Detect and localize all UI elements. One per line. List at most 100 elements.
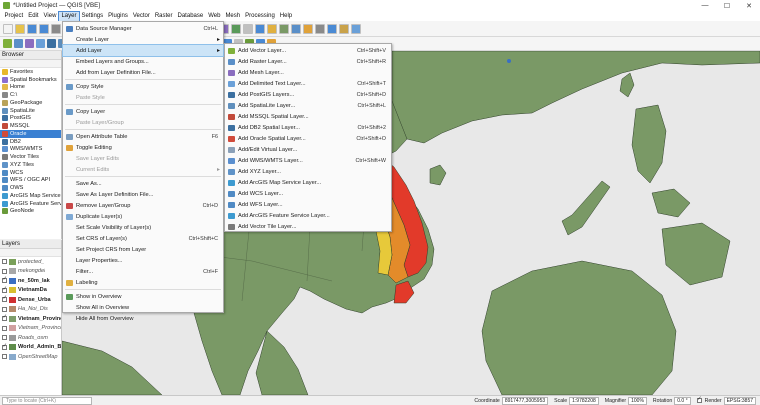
menu-layer[interactable]: Layer [57,10,80,22]
layer-menu-item-toggle-editing[interactable]: Toggle Editing [63,142,223,153]
layer-item[interactable]: Vietnam_Provinces [0,314,61,324]
toolbar-button-icon[interactable] [339,23,349,34]
layer-visibility-checkbox[interactable] [2,314,7,322]
layer-item[interactable]: ne_50m_lak [0,276,61,286]
layer-menu-item-set-project-crs-from-layer[interactable]: Set Project CRS from Layer [63,244,223,255]
layer-item[interactable]: VietnamDa [0,286,61,296]
toolbar-button-icon[interactable] [279,23,289,34]
maximize-button[interactable]: ☐ [716,0,738,11]
menu-mesh[interactable]: Mesh [223,12,243,21]
minimize-button[interactable]: — [694,0,716,11]
add-layer-item-add-arcgis-feature-service-layer[interactable]: Add ArcGIS Feature Service Layer... [225,210,391,221]
rotation-field[interactable]: 0.0 ° [674,396,691,405]
layer-item[interactable]: World_Admin_Boundaries [0,343,61,353]
menu-processing[interactable]: Processing [243,12,278,21]
layer-menu-item-add-layer[interactable]: Add Layer ▸ [62,44,224,57]
layer-menu-item-open-attribute-table[interactable]: Open Attribute Table F6 [63,131,223,142]
layer-menu-item-show-all-in-overview[interactable]: Show All in Overview [63,302,223,313]
menu-database[interactable]: Database [175,12,206,21]
toolbar-button-icon[interactable] [351,23,361,34]
layer-menu-item-save-as[interactable]: Save As... [63,178,223,189]
layer-visibility-checkbox[interactable] [2,295,7,303]
layer-item[interactable]: protected_ [0,257,61,267]
toolbar-button-icon[interactable] [303,23,313,34]
menu-plugins[interactable]: Plugins [106,12,131,21]
browser-item-spatial-bookmarks[interactable]: Spatial Bookmarks [0,76,61,84]
toolbar-button-icon[interactable] [267,23,277,34]
add-layer-item-add-raster-layer[interactable]: Add Raster Layer... Ctrl+Shift+R [225,56,391,67]
menu-view[interactable]: View [41,12,59,21]
render-checkbox[interactable] [696,396,702,403]
toolbar-button-icon[interactable] [3,23,13,34]
menu-settings[interactable]: Settings [79,12,106,21]
layer-menu-item-remove-layer-group[interactable]: Remove Layer/Group Ctrl+D [63,200,223,211]
browser-item-db2[interactable]: DB2 [0,138,61,146]
browser-item-oracle[interactable]: Oracle [0,130,61,138]
browser-item-c[interactable]: C:\ [0,91,61,99]
add-layer-item-add-edit-virtual-layer[interactable]: Add/Edit Virtual Layer... [225,144,391,155]
browser-item-geopackage[interactable]: GeoPackage [0,99,61,107]
locator-search-input[interactable]: Type to locate (Ctrl+K) [2,396,92,405]
layer-item[interactable]: Ha_Noi_Dis [0,305,61,315]
add-layer-item-add-delimited-text-layer[interactable]: Add Delimited Text Layer... Ctrl+Shift+T [225,78,391,89]
menu-vector[interactable]: Vector [130,12,152,21]
layer-menu-item-layer-properties[interactable]: Layer Properties... [63,255,223,266]
add-layer-item-add-db2-spatial-layer[interactable]: Add DB2 Spatial Layer... Ctrl+Shift+2 [225,122,391,133]
toolbar-button-icon[interactable] [243,23,253,34]
toolbar-button-icon[interactable] [15,23,25,34]
browser-item-ows[interactable]: OWS [0,184,61,192]
browser-item-wfs-ogc-api[interactable]: WFS / OGC API [0,177,61,185]
crs-button[interactable]: EPSG:3857 [723,396,756,405]
layer-item[interactable]: Dense_Urba [0,295,61,305]
add-layer-item-add-vector-layer[interactable]: Add Vector Layer... Ctrl+Shift+V [225,45,391,56]
layer-menu-item-add-from-layer-definition-file[interactable]: Add from Layer Definition File... [63,67,223,78]
layer-menu-item-set-crs-of-layer-s[interactable]: Set CRS of Layer(s) Ctrl+Shift+C [63,233,223,244]
layer-menu-item-filter[interactable]: Filter... Ctrl+F [63,266,223,277]
browser-item-postgis[interactable]: PostGIS [0,115,61,123]
add-layer-item-add-mssql-spatial-layer[interactable]: Add MSSQL Spatial Layer... [225,111,391,122]
browser-item-geonode[interactable]: GeoNode [0,208,61,216]
layer-item[interactable]: mekongdel [0,267,61,277]
toolbar-button-icon[interactable] [27,23,37,34]
layer-menu-item-labeling[interactable]: Labeling [63,277,223,288]
toolbar-button-icon[interactable] [327,23,337,34]
close-button[interactable]: ✕ [738,0,760,11]
layer-item[interactable]: OpenStreetMap [0,352,61,362]
layer-menu-item-save-as-layer-definition-file[interactable]: Save As Layer Definition File... [63,189,223,200]
menu-web[interactable]: Web [206,12,223,21]
magnifier-field[interactable]: 100% [628,396,647,405]
browser-item-vector-tiles[interactable]: Vector Tiles [0,153,61,161]
toolbar-button-icon[interactable] [291,23,301,34]
layer-visibility-checkbox[interactable] [2,306,7,312]
menu-edit[interactable]: Edit [26,12,41,21]
menu-raster[interactable]: Raster [152,12,175,21]
add-layer-item-add-wfs-layer[interactable]: Add WFS Layer... [225,199,391,210]
add-layer-item-add-oracle-spatial-layer[interactable]: Add Oracle Spatial Layer... Ctrl+Shift+O [225,133,391,144]
add-layer-item-add-postgis-layers[interactable]: Add PostGIS Layers... Ctrl+Shift+D [225,89,391,100]
toolbar-button-icon[interactable] [14,39,23,48]
toolbar-button-icon[interactable] [3,39,12,48]
layer-visibility-checkbox[interactable] [2,286,7,293]
add-layer-item-add-mesh-layer[interactable]: Add Mesh Layer... [225,67,391,78]
layer-menu-item-copy-layer[interactable]: Copy Layer [63,106,223,117]
layer-visibility-checkbox[interactable] [2,268,7,274]
toolbar-button-icon[interactable] [36,39,45,48]
add-layer-item-add-xyz-layer[interactable]: Add XYZ Layer... [225,166,391,177]
toolbar-button-icon[interactable] [25,39,34,48]
toolbar-button-icon[interactable] [231,23,241,34]
toolbar-button-icon[interactable] [39,23,49,34]
layer-item[interactable]: Roads_osm [0,333,61,343]
browser-item-home[interactable]: Home [0,84,61,92]
browser-item-wcs[interactable]: WCS [0,169,61,177]
add-layer-item-add-vector-tile-layer[interactable]: Add Vector Tile Layer... [225,221,391,232]
layer-menu-item-hide-all-from-overview[interactable]: Hide All from Overview [63,313,223,324]
layer-visibility-checkbox[interactable] [2,276,7,284]
add-layer-item-add-wcs-layer[interactable]: Add WCS Layer... [225,188,391,199]
browser-item-arcgis-feature-service[interactable]: ArcGIS Feature Service [0,200,61,208]
add-layer-item-add-spatialite-layer[interactable]: Add SpatiaLite Layer... Ctrl+Shift+L [225,100,391,111]
layer-visibility-checkbox[interactable] [2,325,7,331]
layer-visibility-checkbox[interactable] [2,259,7,265]
layer-visibility-checkbox[interactable] [2,335,7,341]
layer-visibility-checkbox[interactable] [2,343,7,350]
browser-item-wms-wmts[interactable]: WMS/WMTS [0,146,61,154]
